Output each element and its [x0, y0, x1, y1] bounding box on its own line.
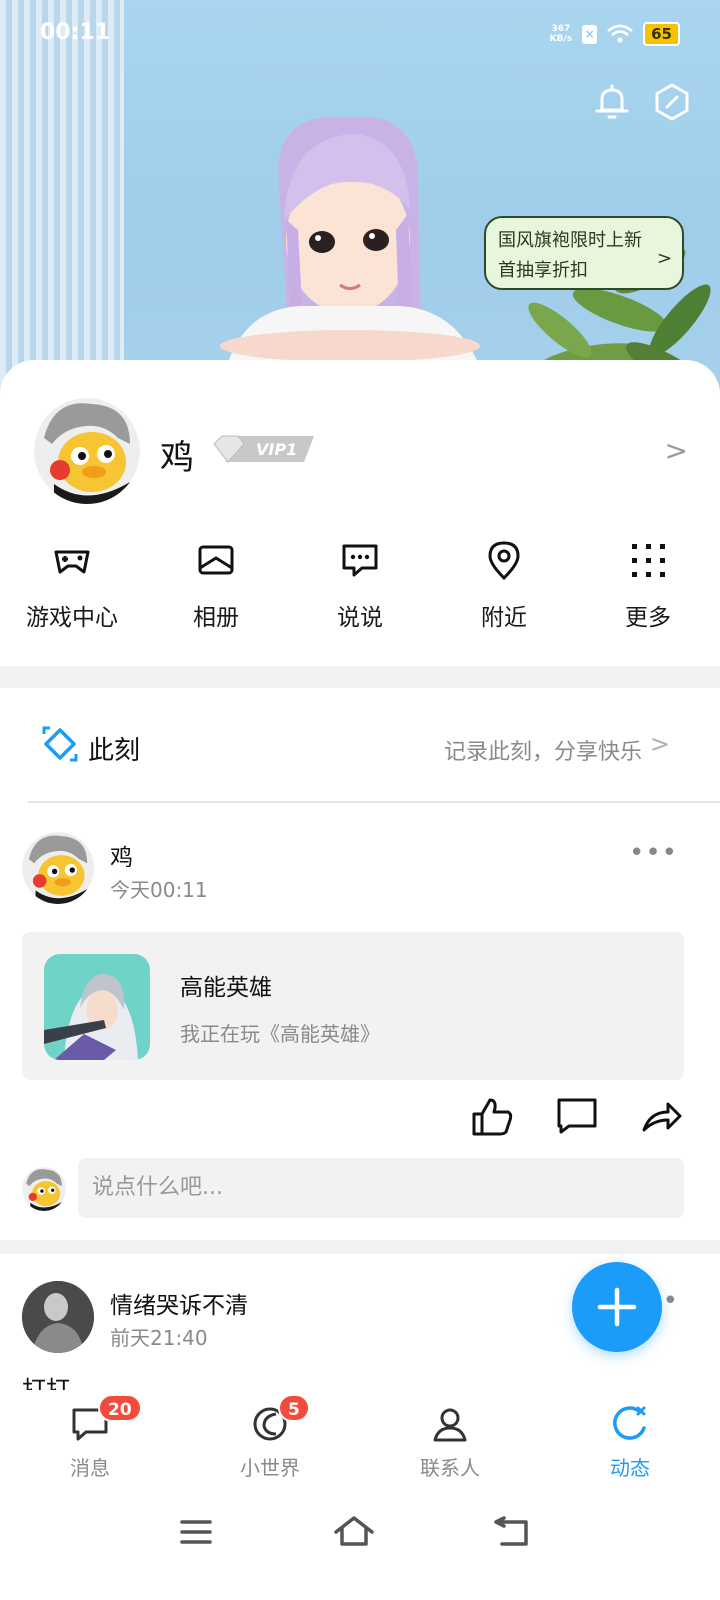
section-divider — [0, 1240, 720, 1254]
menu-icon[interactable] — [174, 1510, 218, 1554]
tab-label: 动态 — [610, 1456, 650, 1480]
tab-label: 小世界 — [240, 1456, 300, 1480]
comment-icon[interactable] — [555, 1094, 599, 1138]
album-icon — [198, 545, 234, 575]
moment-title: 此刻 — [88, 736, 141, 766]
unread-badge: 20 — [98, 1394, 142, 1422]
bell-icon[interactable] — [592, 82, 632, 122]
profile-name[interactable]: 鸡 — [160, 430, 194, 479]
tab-contacts[interactable]: 联系人 — [360, 1390, 540, 1490]
moment-composer-row[interactable]: 此刻 记录此刻，分享快乐 > — [0, 688, 720, 802]
quick-action-shuoshuo[interactable]: 说说 — [288, 538, 432, 648]
promo-line2: 首抽享折扣 — [498, 260, 588, 281]
comment-user-avatar — [22, 1167, 66, 1211]
tab-messages[interactable]: 20 消息 — [0, 1390, 180, 1490]
back-icon[interactable] — [490, 1510, 534, 1554]
system-navigation-bar — [0, 1490, 720, 1600]
profile-card: 鸡 VIP1 > 游戏中心 相册 说说 附近 更多 — [0, 360, 720, 670]
avatar-character-illustration[interactable] — [200, 110, 520, 400]
game-cover-image — [44, 954, 150, 1060]
quick-action-game-center[interactable]: 游戏中心 — [0, 538, 144, 648]
post-content-text: 打打 — [22, 1376, 70, 1390]
post-author-avatar[interactable] — [22, 832, 94, 904]
game-subtitle: 我正在玩《高能英雄》 — [180, 1022, 380, 1046]
tab-small-world[interactable]: 5 小世界 — [180, 1390, 360, 1490]
quick-action-label: 附近 — [481, 605, 527, 631]
unread-badge: 5 — [278, 1394, 310, 1422]
moment-hint: 记录此刻，分享快乐 — [443, 740, 642, 765]
message-bubble-icon — [342, 544, 378, 577]
quick-action-more[interactable]: 更多 — [576, 538, 720, 648]
net-speed-unit: KB/s — [549, 34, 573, 44]
post-author-avatar[interactable] — [22, 1281, 94, 1353]
plus-icon — [597, 1287, 637, 1327]
like-thumb-icon[interactable] — [470, 1094, 514, 1138]
post-more-button[interactable]: ••• — [629, 838, 678, 868]
network-speed: 367 KB/s — [550, 24, 572, 44]
chevron-right-icon: > — [656, 248, 672, 269]
status-time: 00:11 — [40, 20, 111, 45]
avatar-cartoon-image — [22, 832, 94, 904]
sim-icon: × — [582, 24, 598, 44]
quick-action-label: 游戏中心 — [26, 605, 118, 631]
quick-action-album[interactable]: 相册 — [144, 538, 288, 648]
post-timestamp: 今天00:11 — [110, 878, 208, 902]
section-divider — [0, 666, 720, 688]
game-title: 高能英雄 — [180, 975, 272, 1001]
chevron-right-icon: > — [649, 730, 670, 758]
share-arrow-icon[interactable] — [640, 1094, 684, 1138]
person-icon — [433, 1408, 467, 1442]
game-share-card[interactable]: 高能英雄 我正在玩《高能英雄》 — [22, 932, 684, 1080]
quick-action-label: 说说 — [337, 605, 383, 631]
net-speed-value: 367 — [551, 24, 571, 34]
avatar-cartoon-image — [22, 1167, 66, 1211]
tab-label: 消息 — [70, 1456, 110, 1480]
home-icon[interactable] — [332, 1510, 376, 1554]
battery-level: 65 — [643, 22, 680, 46]
wifi-icon — [607, 24, 633, 43]
game-thumbnail — [44, 954, 150, 1060]
tab-feed[interactable]: 动态 — [540, 1390, 720, 1490]
avatar-cartoon-image — [34, 398, 140, 504]
add-post-button[interactable] — [572, 1262, 662, 1352]
post-author-name[interactable]: 情绪哭诉不清 — [110, 1286, 248, 1320]
avatar-photo-image — [22, 1281, 94, 1353]
comment-input[interactable]: 说点什么吧... — [78, 1158, 684, 1218]
divider-line — [28, 801, 720, 803]
refresh-star-icon — [613, 1406, 646, 1440]
post-timestamp: 前天21:40 — [110, 1326, 208, 1350]
quick-action-label: 更多 — [625, 605, 671, 631]
vip-label: VIP1 — [256, 440, 297, 459]
gamepad-icon — [54, 550, 90, 574]
vip-badge[interactable]: VIP1 — [212, 434, 316, 464]
avatar[interactable] — [34, 398, 140, 504]
status-bar: 00:11 367 KB/s × 65 — [0, 0, 720, 66]
quick-action-label: 相册 — [193, 605, 239, 631]
promo-bubble[interactable]: 国风旗袍限时上新 首抽享折扣 > — [484, 216, 684, 290]
post-author-name[interactable]: 鸡 — [110, 838, 133, 872]
hero-banner[interactable]: 00:11 367 KB/s × 65 国风旗袍限时上新 首抽享折扣 > — [0, 0, 720, 400]
profile-chevron-right-icon[interactable]: > — [665, 434, 688, 467]
quick-actions: 游戏中心 相册 说说 附近 更多 — [0, 538, 720, 648]
promo-line1: 国风旗袍限时上新 — [498, 230, 642, 251]
moment-sparkle-icon — [42, 726, 78, 762]
grid-dots-icon — [632, 544, 665, 577]
quick-action-nearby[interactable]: 附近 — [432, 538, 576, 648]
settings-hexagon-icon[interactable] — [652, 82, 692, 122]
bottom-tab-bar: 20 消息 5 小世界 联系人 动态 — [0, 1390, 720, 1490]
tab-label: 联系人 — [420, 1456, 480, 1480]
location-pin-icon — [488, 541, 520, 581]
